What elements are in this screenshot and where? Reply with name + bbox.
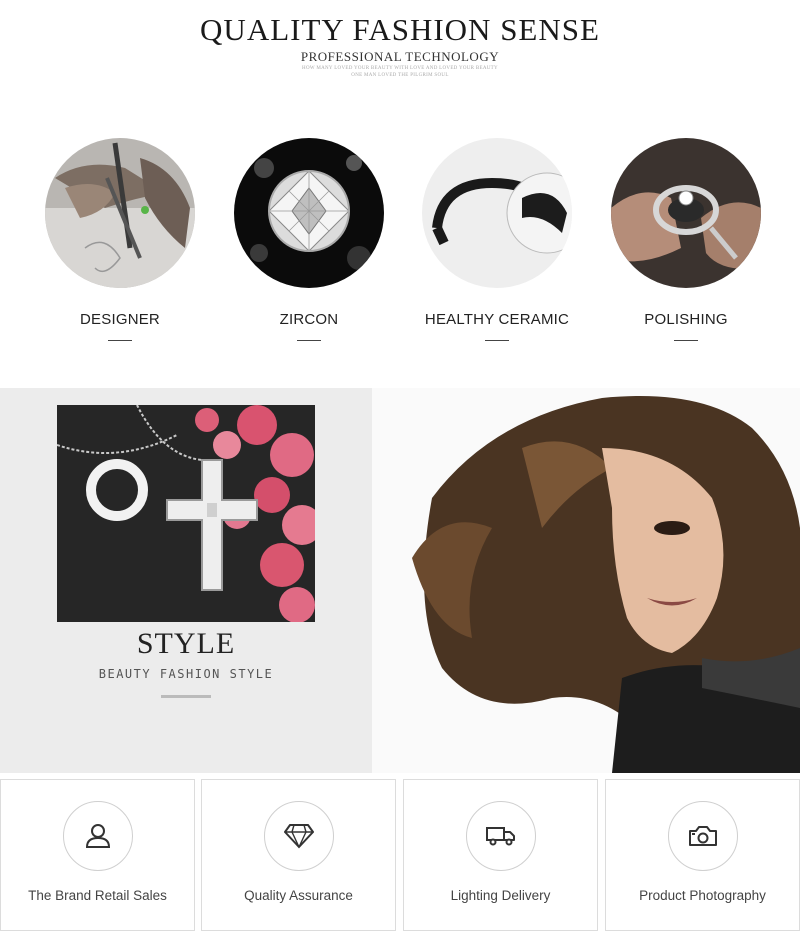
service-quality-assurance[interactable]: Quality Assurance — [201, 779, 396, 931]
service-icon-circle — [63, 801, 133, 871]
zircon-gem-photo — [234, 138, 384, 288]
model-photo — [372, 388, 800, 773]
feature-label: ZIRCON — [279, 311, 339, 328]
service-label: The Brand Retail Sales — [28, 888, 167, 903]
user-icon — [85, 824, 111, 848]
service-lighting-delivery[interactable]: Lighting Delivery — [403, 779, 598, 931]
feature-healthy-ceramic: HEALTHY CERAMIC — [422, 138, 572, 341]
page-title: QUALITY FASHION SENSE — [200, 12, 600, 47]
service-label: Lighting Delivery — [450, 888, 551, 903]
necklace-product-photo — [57, 405, 315, 622]
feature-divider — [674, 340, 698, 341]
style-divider — [161, 695, 211, 698]
style-title: STYLE — [136, 627, 236, 660]
diamond-icon — [284, 824, 314, 849]
fine-print-line-2: ONE MAN LOVED THE PILGRIM SOUL — [351, 73, 449, 78]
service-product-photography[interactable]: Product Photography — [605, 779, 800, 931]
header: QUALITY FASHION SENSE PROFESSIONAL TECHN… — [0, 0, 800, 120]
service-icon-circle — [264, 801, 334, 871]
ceramic-bangle-photo — [422, 138, 572, 288]
feature-label: POLISHING — [644, 311, 728, 328]
page-subtitle: PROFESSIONAL TECHNOLOGY — [300, 49, 500, 64]
truck-icon — [486, 827, 515, 846]
style-section: STYLE BEAUTY FASHION STYLE — [0, 388, 372, 773]
feature-divider — [297, 340, 321, 341]
feature-designer: DESIGNER — [45, 138, 195, 341]
feature-label: DESIGNER — [80, 311, 160, 328]
feature-zircon: ZIRCON — [234, 138, 384, 341]
style-subtitle: BEAUTY FASHION STYLE — [98, 667, 274, 681]
camera-icon — [689, 826, 717, 846]
service-label: Product Photography — [639, 888, 766, 903]
polishing-ring-photo — [611, 138, 761, 288]
service-icon-circle — [668, 801, 738, 871]
feature-label: HEALTHY CERAMIC — [424, 311, 570, 328]
service-label: Quality Assurance — [244, 888, 353, 903]
feature-divider — [485, 340, 509, 341]
fine-print-line-1: HOW MANY LOVED YOUR BEAUTY WITH LOVE AND… — [302, 66, 498, 71]
designer-sketch-photo — [45, 138, 195, 288]
service-icon-circle — [466, 801, 536, 871]
feature-polishing: POLISHING — [611, 138, 761, 341]
service-brand-retail-sales[interactable]: The Brand Retail Sales — [0, 779, 195, 931]
feature-divider — [108, 340, 132, 341]
